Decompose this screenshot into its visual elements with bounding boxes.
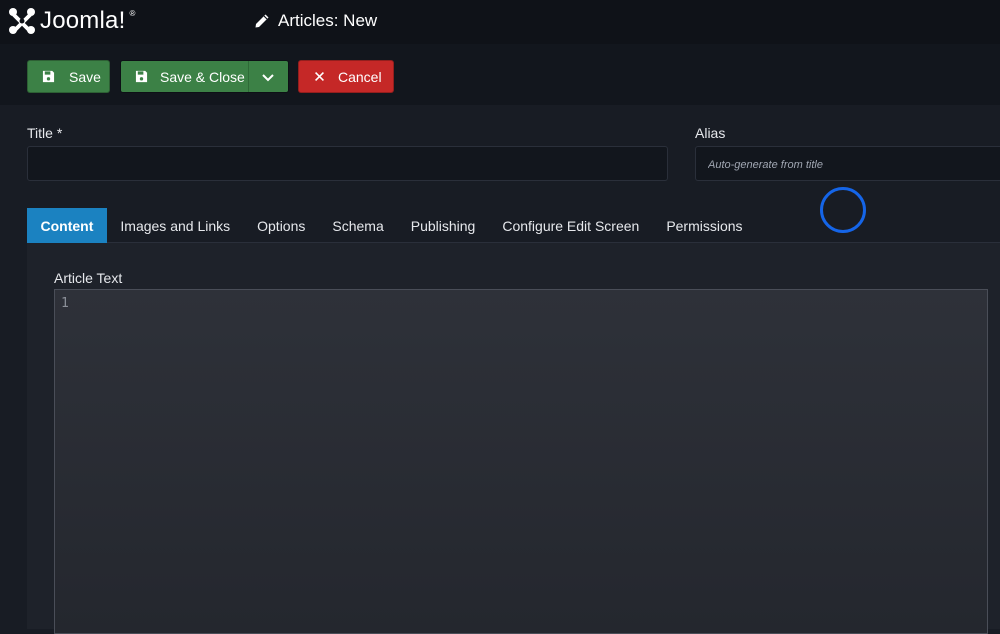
alias-label: Alias — [695, 125, 726, 141]
tab-configure-edit-screen[interactable]: Configure Edit Screen — [489, 208, 653, 243]
header: Joomla! ® Articles: New — [0, 0, 1000, 44]
alias-input[interactable] — [695, 146, 1000, 181]
logo-text: Joomla! — [40, 7, 126, 34]
line-number: 1 — [61, 296, 69, 311]
title-input[interactable] — [27, 146, 668, 181]
save-close-button-label: Save & Close — [160, 68, 245, 85]
save-close-button[interactable]: Save & Close — [121, 61, 248, 92]
tab-schema[interactable]: Schema — [319, 208, 397, 243]
page-title-text: Articles: New — [278, 11, 378, 30]
joomla-logo-icon — [9, 8, 35, 34]
floppy-disk-icon — [42, 70, 55, 83]
content-tab-panel: Article Text 1 — [27, 243, 1000, 634]
save-close-button-group: Save & Close — [120, 60, 289, 93]
tab-content[interactable]: Content — [27, 208, 107, 243]
tab-permissions[interactable]: Permissions — [653, 208, 756, 243]
page-title: Articles: New — [254, 10, 377, 32]
close-icon — [315, 72, 324, 81]
tab-images-and-links[interactable]: Images and Links — [107, 208, 244, 243]
floppy-disk-icon — [135, 70, 148, 83]
pencil-icon — [255, 14, 269, 28]
toolbar: Save Save & Close Cancel — [0, 44, 1000, 105]
article-text-label: Article Text — [54, 270, 123, 286]
save-button-label: Save — [69, 68, 101, 85]
save-options-dropdown-button[interactable] — [247, 61, 288, 92]
chevron-down-icon — [262, 73, 274, 81]
tab-options[interactable]: Options — [244, 208, 319, 243]
cancel-button[interactable]: Cancel — [298, 60, 394, 93]
registered-mark: ® — [129, 9, 136, 18]
cancel-button-label: Cancel — [338, 68, 382, 85]
title-label: Title * — [27, 125, 63, 141]
tab-bar: Content Images and Links Options Schema … — [27, 208, 1000, 243]
joomla-logo[interactable]: Joomla! ® — [8, 7, 135, 35]
article-form: Title * Alias Content Images and Links O… — [0, 105, 1000, 634]
save-button[interactable]: Save — [27, 60, 110, 93]
tab-publishing[interactable]: Publishing — [397, 208, 489, 243]
article-text-editor[interactable]: 1 — [54, 289, 988, 634]
